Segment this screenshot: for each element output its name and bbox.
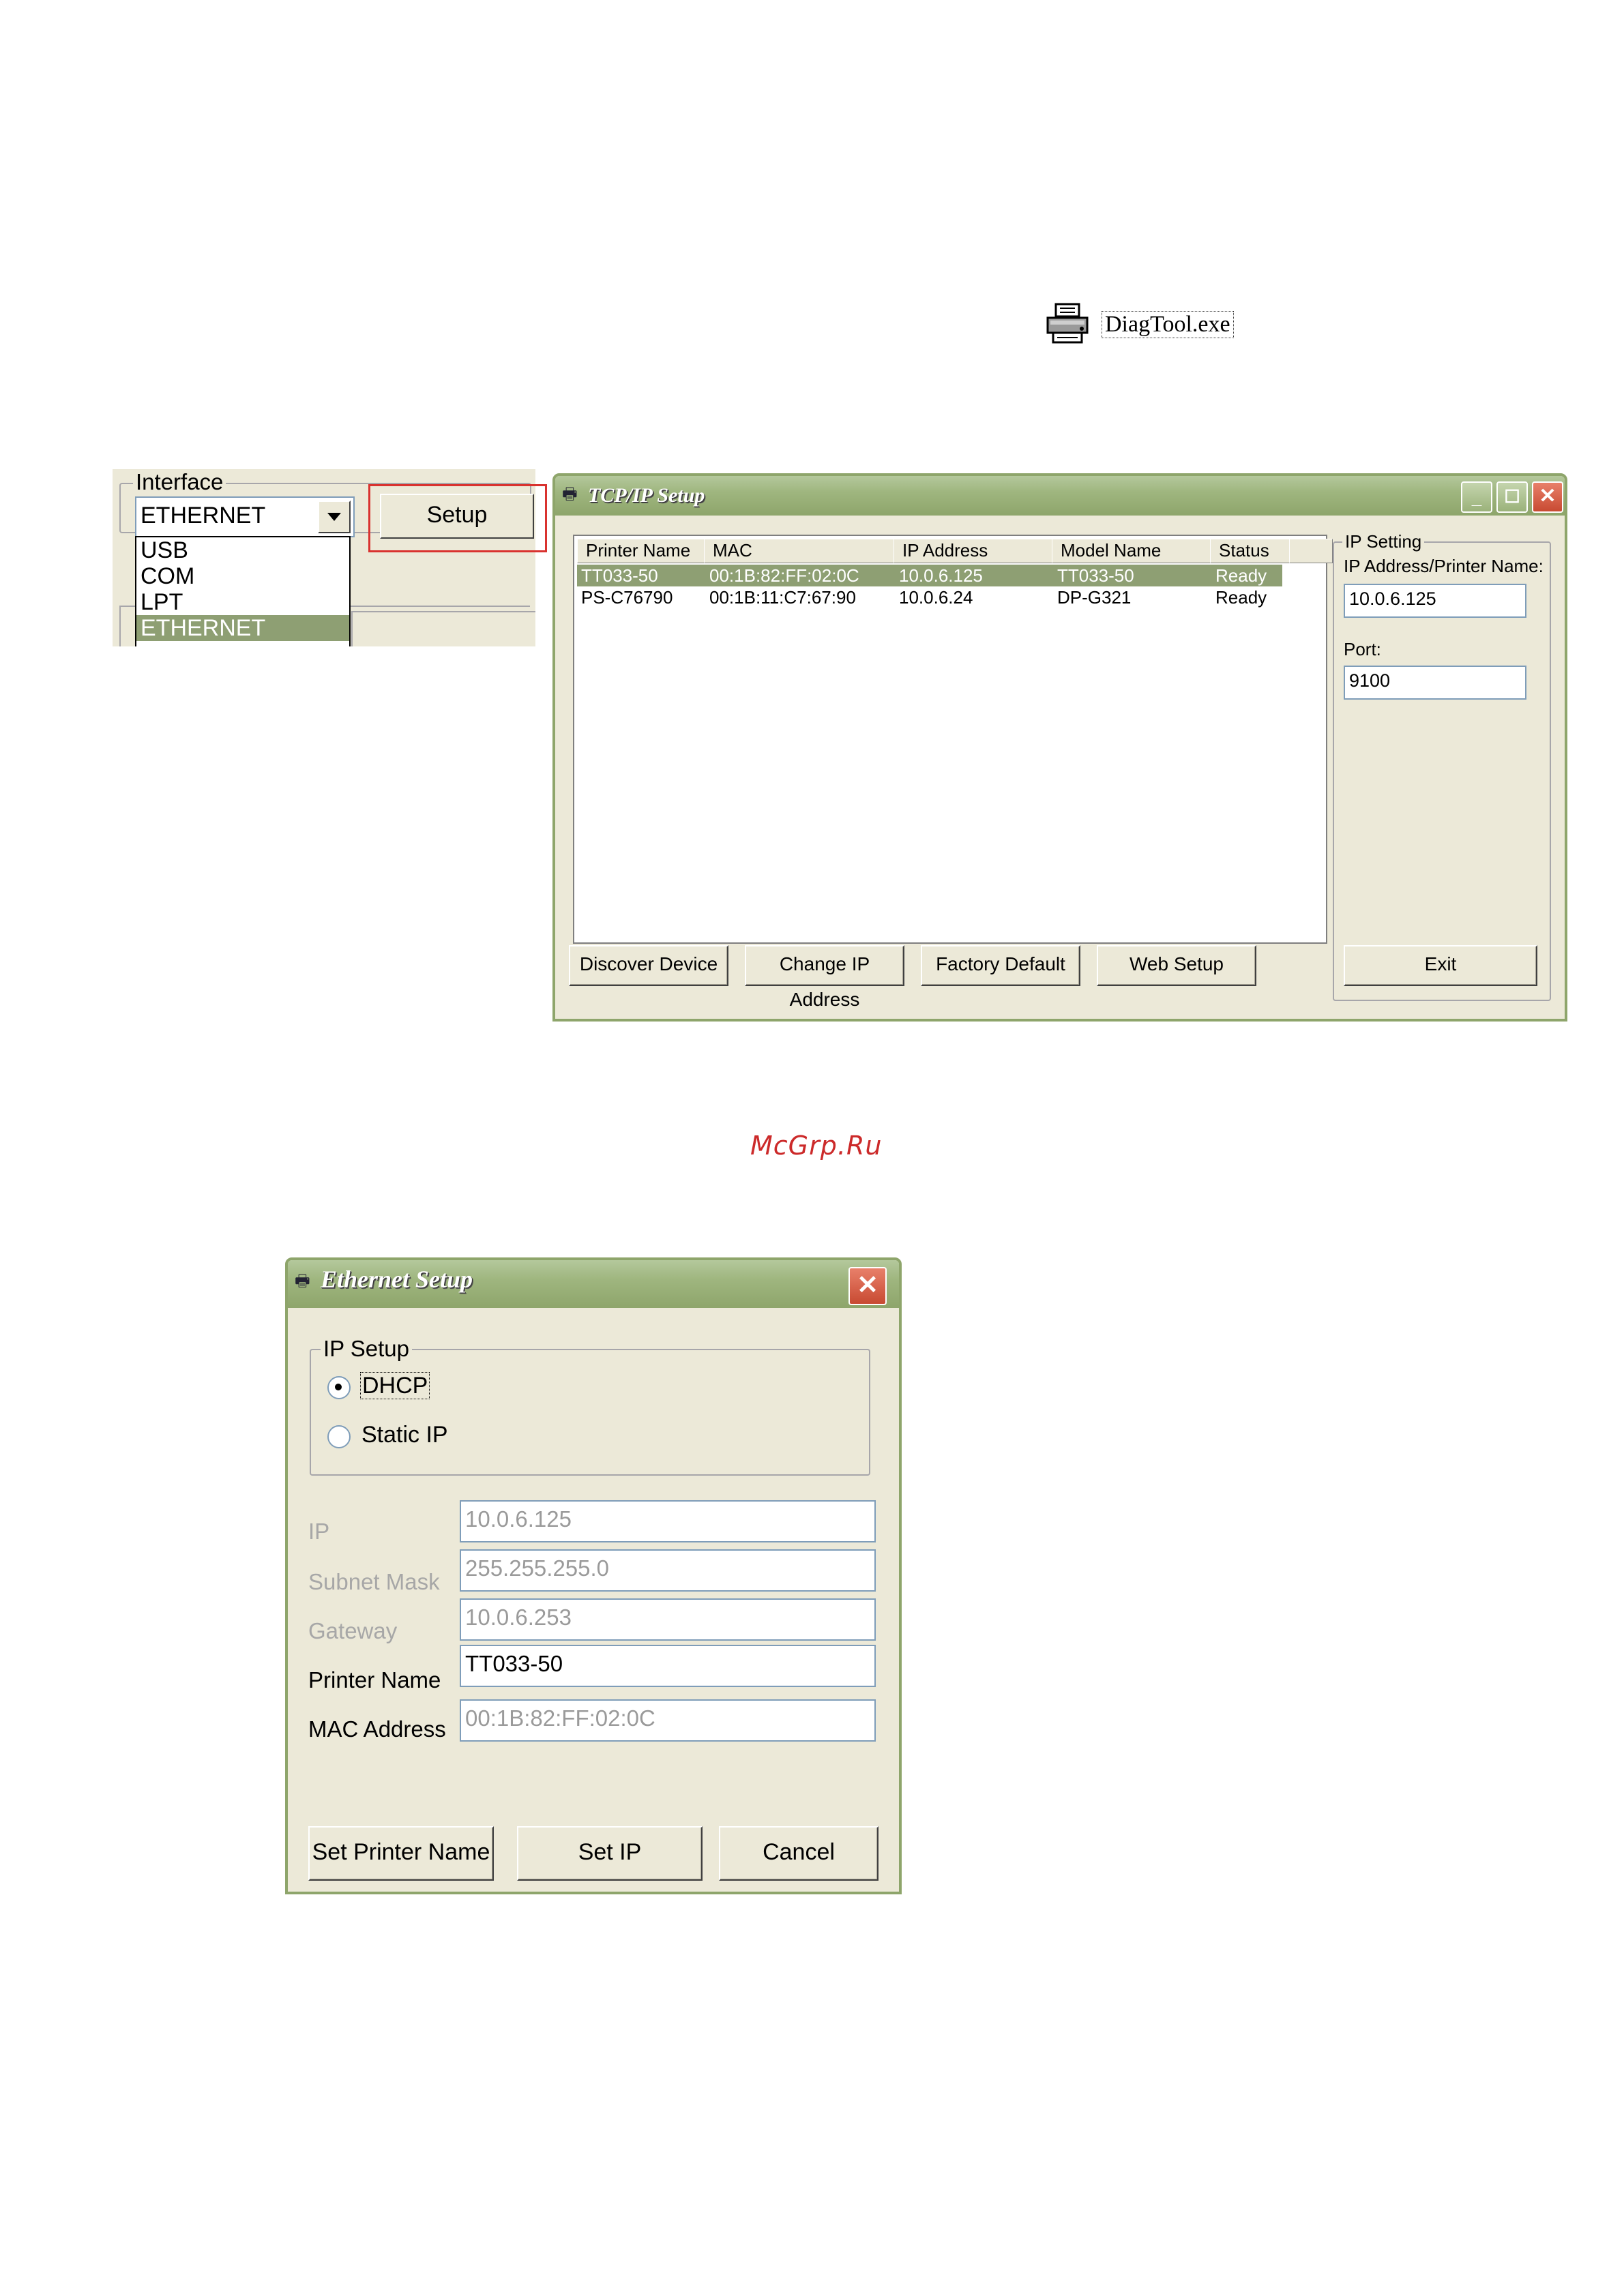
- exit-button[interactable]: Exit: [1344, 945, 1537, 986]
- interface-option-lpt[interactable]: LPT: [136, 589, 349, 615]
- mac-address-label: MAC Address: [308, 1716, 446, 1742]
- printer-list[interactable]: Printer Name MAC IP Address Model Name S…: [573, 535, 1333, 944]
- gateway-input[interactable]: 10.0.6.253: [460, 1598, 876, 1641]
- table-row[interactable]: PS-C76790 00:1B:11:C7:67:90 10.0.6.24 DP…: [577, 586, 1282, 608]
- ip-address-input[interactable]: 10.0.6.125: [1344, 584, 1526, 618]
- watermark-text: McGrp.Ru: [750, 1131, 883, 1161]
- printer-icon: 🖶: [295, 1272, 310, 1290]
- ip-input[interactable]: 10.0.6.125: [460, 1500, 876, 1542]
- tcpip-setup-window: 🖶 TCP/IP Setup _ ☐ ✕ Printer Name MAC IP…: [552, 473, 1567, 1022]
- minimize-button[interactable]: _: [1461, 481, 1492, 513]
- cell-status: Ready: [1215, 587, 1267, 608]
- interface-dropdown-list: USB COM LPT ETHERNET: [135, 536, 351, 646]
- cell-printer-name: TT033-50: [581, 565, 658, 586]
- subnet-mask-input[interactable]: 255.255.255.0: [460, 1549, 876, 1592]
- tcpip-titlebar[interactable]: 🖶 TCP/IP Setup _ ☐ ✕: [555, 476, 1565, 516]
- web-setup-button[interactable]: Web Setup: [1097, 945, 1256, 986]
- cell-status: Ready: [1215, 565, 1267, 586]
- ip-label: IP: [308, 1519, 330, 1544]
- printer-list-header: Printer Name MAC IP Address Model Name S…: [577, 539, 1333, 563]
- chevron-down-icon[interactable]: [318, 501, 351, 533]
- cell-mac: 00:1B:11:C7:67:90: [709, 587, 856, 608]
- cell-printer-name: PS-C76790: [581, 587, 673, 608]
- printer-icon: [1046, 303, 1089, 344]
- col-printer-name[interactable]: Printer Name: [577, 539, 713, 563]
- table-row[interactable]: TT033-50 00:1B:82:FF:02:0C 10.0.6.125 TT…: [577, 565, 1282, 586]
- dhcp-radio[interactable]: [327, 1376, 351, 1399]
- printer-name-label: Printer Name: [308, 1667, 441, 1693]
- mac-address-input[interactable]: 00:1B:82:FF:02:0C: [460, 1699, 876, 1742]
- interface-select[interactable]: ETHERNET: [135, 496, 355, 537]
- col-status[interactable]: Status: [1210, 539, 1299, 563]
- printer-name-input[interactable]: TT033-50: [460, 1645, 876, 1687]
- close-button[interactable]: ✕: [1532, 481, 1563, 513]
- ip-setting-group: IP Setting IP Address/Printer Name: 10.0…: [1333, 531, 1551, 1001]
- setup-highlight-box: [368, 484, 547, 552]
- ip-setting-title: IP Setting: [1342, 531, 1425, 552]
- factory-default-button[interactable]: Factory Default: [921, 945, 1080, 986]
- interface-option-com[interactable]: COM: [136, 563, 349, 589]
- ip-address-label: IP Address/Printer Name:: [1344, 556, 1544, 576]
- change-ip-address-button[interactable]: Change IP Address: [745, 945, 904, 1010]
- cell-ip: 10.0.6.125: [899, 565, 983, 586]
- gateway-label: Gateway: [308, 1618, 398, 1643]
- lower-tab-frame: [351, 611, 535, 646]
- dhcp-label-text: DHCP: [360, 1372, 430, 1399]
- cell-ip: 10.0.6.24: [899, 587, 973, 608]
- maximize-button[interactable]: ☐: [1496, 481, 1528, 513]
- port-label: Port:: [1344, 639, 1381, 659]
- interface-group-title: Interface: [133, 469, 226, 495]
- ethernet-setup-window: 🖶 Ethernet Setup ✕ IP Setup DHCP Static …: [285, 1257, 902, 1894]
- diagtool-label: DiagTool.exe: [1102, 311, 1234, 338]
- close-icon: ✕: [857, 1271, 879, 1300]
- cell-mac: 00:1B:82:FF:02:0C: [709, 565, 859, 586]
- cancel-button[interactable]: Cancel: [719, 1826, 879, 1881]
- col-model-name[interactable]: Model Name: [1052, 539, 1220, 563]
- close-icon: ✕: [1539, 485, 1556, 507]
- diagtool-shortcut[interactable]: DiagTool.exe: [1044, 300, 1248, 348]
- maximize-icon: ☐: [1504, 486, 1520, 507]
- col-ip-address[interactable]: IP Address: [894, 539, 1061, 563]
- tcpip-title: TCP/IP Setup: [588, 484, 705, 507]
- set-ip-button[interactable]: Set IP: [517, 1826, 703, 1881]
- cell-model: TT033-50: [1057, 565, 1134, 586]
- ip-setup-group: IP Setup DHCP Static IP: [310, 1335, 870, 1476]
- static-ip-radio[interactable]: [327, 1425, 351, 1448]
- close-button[interactable]: ✕: [848, 1267, 887, 1305]
- port-input[interactable]: 9100: [1344, 666, 1526, 700]
- cell-model: DP-G321: [1057, 587, 1132, 608]
- subnet-mask-label: Subnet Mask: [308, 1569, 440, 1594]
- discover-device-button[interactable]: Discover Device: [569, 945, 728, 986]
- col-mac[interactable]: MAC: [704, 539, 903, 563]
- col-filler: [1289, 539, 1333, 563]
- static-ip-label[interactable]: Static IP: [361, 1421, 448, 1448]
- ethernet-title: Ethernet Setup: [321, 1266, 473, 1293]
- ethernet-titlebar[interactable]: 🖶 Ethernet Setup ✕: [288, 1260, 899, 1308]
- minimize-icon: _: [1471, 488, 1482, 508]
- interface-option-ethernet[interactable]: ETHERNET: [136, 615, 349, 641]
- set-printer-name-button[interactable]: Set Printer Name: [308, 1826, 494, 1881]
- dhcp-label[interactable]: DHCP: [360, 1372, 430, 1399]
- printer-icon: 🖶: [562, 485, 578, 503]
- interface-option-usb[interactable]: USB: [136, 537, 349, 563]
- ip-setup-title: IP Setup: [321, 1335, 412, 1362]
- interface-selected-value: ETHERNET: [141, 503, 266, 528]
